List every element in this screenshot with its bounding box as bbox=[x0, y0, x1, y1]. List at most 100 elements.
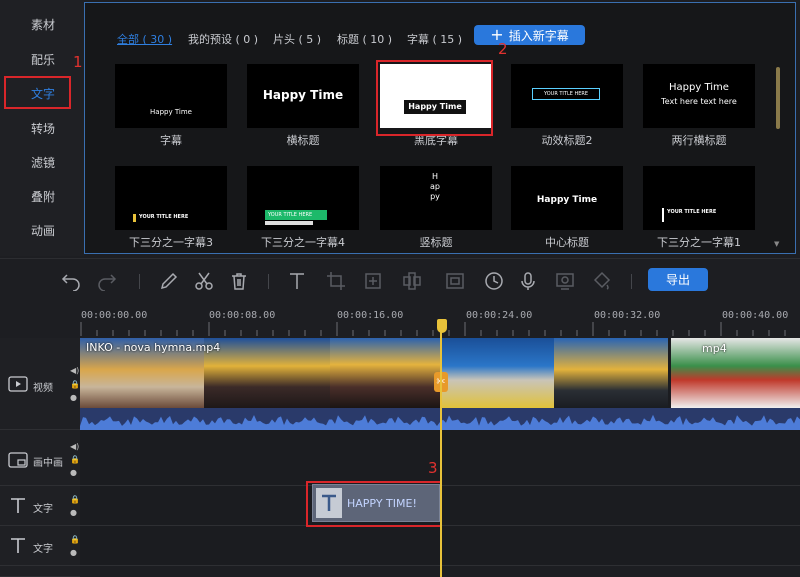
category-sidebar: 素材 配乐 文字 转场 滤镜 叠附 动画 bbox=[0, 0, 84, 256]
color-fill-icon[interactable] bbox=[590, 269, 614, 293]
video-frame-thumbnail bbox=[204, 338, 330, 408]
template-preview-text: Happy Time bbox=[262, 88, 344, 102]
video-frame-thumbnail bbox=[330, 338, 442, 408]
lock-icon[interactable]: 🔒 bbox=[70, 535, 80, 544]
pencil-icon[interactable] bbox=[157, 269, 181, 293]
eye-icon[interactable]: ● bbox=[70, 393, 77, 402]
track-label-video: 视频 bbox=[33, 383, 53, 394]
ruler-time-label: 00:00:16.00 bbox=[337, 310, 404, 321]
template-label: 字幕 bbox=[160, 134, 182, 147]
playhead-handle[interactable] bbox=[437, 319, 447, 333]
tab-all[interactable]: 全部 ( 30 ) bbox=[117, 31, 172, 47]
template-center-title[interactable]: Happy Time bbox=[511, 166, 623, 230]
template-preview-text: YOUR TITLE HERE bbox=[667, 209, 717, 215]
mosaic-icon[interactable] bbox=[400, 269, 424, 293]
sidebar-item-transition[interactable]: 转场 bbox=[0, 113, 84, 143]
track-label-text: 文字 bbox=[33, 504, 53, 515]
tab-title[interactable]: 标题 ( 10 ) bbox=[337, 31, 392, 47]
webcam-icon[interactable] bbox=[553, 269, 577, 293]
track-label-text: 文字 bbox=[33, 544, 53, 555]
video-track-icon bbox=[8, 376, 28, 392]
text-tool-icon[interactable] bbox=[285, 269, 309, 293]
ruler-time-label: 00:00:24.00 bbox=[466, 310, 533, 321]
insert-subtitle-label: 插入新字幕 bbox=[508, 28, 569, 43]
ruler-time-label: 00:00:08.00 bbox=[209, 310, 276, 321]
annotation-box-3 bbox=[306, 481, 442, 527]
template-preview-text: YOUR TITLE HERE bbox=[532, 88, 600, 100]
crop-icon[interactable] bbox=[324, 269, 348, 293]
eye-icon[interactable]: ● bbox=[70, 548, 77, 557]
tab-subtitle[interactable]: 字幕 ( 15 ) bbox=[407, 31, 462, 47]
template-lower-third-4[interactable]: YOUR TITLE HERE bbox=[247, 166, 359, 230]
scroll-down-arrow-icon[interactable]: ▼ bbox=[774, 240, 779, 248]
template-lower-third-1[interactable]: YOUR TITLE HERE bbox=[643, 166, 755, 230]
video-frame-thumbnail bbox=[554, 338, 670, 408]
annotation-box-1 bbox=[4, 76, 71, 109]
text-track-icon bbox=[11, 538, 25, 553]
track-header-text-2: 文字 🔒 ● bbox=[0, 526, 80, 566]
panel-scrollbar[interactable] bbox=[776, 67, 780, 129]
ruler-time-label: 00:00:32.00 bbox=[594, 310, 661, 321]
template-label: 下三分之一字幕1 bbox=[657, 236, 741, 249]
insert-subtitle-button[interactable]: + 插入新字幕 bbox=[474, 25, 585, 45]
template-preview-subtext: Text here text here bbox=[661, 97, 737, 106]
track-header-pip: 画中画 ◀) 🔒 ● bbox=[0, 430, 80, 486]
redo-icon[interactable] bbox=[95, 269, 119, 293]
template-subtitle[interactable]: Happy Time bbox=[115, 64, 227, 128]
ruler-time-label: 00:00:00.00 bbox=[81, 310, 148, 321]
sidebar-item-overlay[interactable]: 叠附 bbox=[0, 181, 84, 211]
playhead-line[interactable] bbox=[440, 320, 442, 577]
template-label: 竖标题 bbox=[419, 236, 453, 249]
eye-icon[interactable]: ● bbox=[70, 468, 77, 477]
text-track-icon bbox=[11, 498, 25, 513]
template-preview-text: Happy Time bbox=[150, 108, 192, 116]
annotation-number-1: 1 bbox=[73, 53, 83, 71]
track-header-more bbox=[0, 566, 80, 577]
lock-icon[interactable]: 🔒 bbox=[70, 455, 80, 464]
annotation-number-2: 2 bbox=[498, 40, 508, 58]
template-label: 两行横标题 bbox=[671, 134, 727, 147]
template-preview-text: YOUR TITLE HERE bbox=[265, 210, 327, 220]
template-motion-title-2[interactable]: YOUR TITLE HERE bbox=[511, 64, 623, 128]
template-preview-text: Happy Time bbox=[536, 195, 598, 205]
sidebar-item-media[interactable]: 素材 bbox=[0, 9, 84, 39]
video-frame-thumbnail bbox=[442, 338, 554, 408]
undo-icon[interactable] bbox=[59, 269, 83, 293]
template-lower-third-3[interactable]: YOUR TITLE HERE bbox=[115, 166, 227, 230]
lock-icon[interactable]: 🔒 bbox=[70, 495, 80, 504]
pip-track-icon bbox=[8, 452, 28, 468]
template-label: 动效标题2 bbox=[541, 134, 593, 147]
clip-filename-2: mp4 bbox=[702, 342, 727, 355]
template-preview-text: Happy Time bbox=[669, 82, 729, 93]
frame-icon[interactable] bbox=[443, 269, 467, 293]
template-preview-text: YOUR TITLE HERE bbox=[139, 214, 189, 220]
clip-filename: INKO - nova hymna.mp4 bbox=[86, 341, 221, 354]
template-vertical-title[interactable]: Happy bbox=[380, 166, 492, 230]
sidebar-item-filter[interactable]: 滤镜 bbox=[0, 147, 84, 177]
template-two-line-title[interactable]: Happy Time Text here text here bbox=[643, 64, 755, 128]
track-header-video: 视频 ◀) 🔒 ● bbox=[0, 338, 80, 430]
resize-icon[interactable] bbox=[361, 269, 385, 293]
template-label: 下三分之一字幕3 bbox=[129, 236, 213, 249]
volume-icon[interactable]: ◀) bbox=[70, 366, 79, 375]
tab-intro[interactable]: 片头 ( 5 ) bbox=[273, 31, 321, 47]
clock-icon[interactable] bbox=[482, 269, 506, 293]
export-button[interactable]: 导出 bbox=[648, 268, 708, 291]
track-label-pip: 画中画 bbox=[33, 458, 63, 469]
scissors-icon[interactable] bbox=[192, 269, 216, 293]
video-frame-thumbnail bbox=[670, 338, 800, 408]
template-label: 下三分之一字幕4 bbox=[261, 236, 345, 249]
template-preview-text: Happy bbox=[430, 172, 440, 201]
tab-my-presets[interactable]: 我的预设 ( 0 ) bbox=[188, 31, 258, 47]
volume-icon[interactable]: ◀) bbox=[70, 442, 79, 451]
sidebar-item-animation[interactable]: 动画 bbox=[0, 215, 84, 245]
template-label: 中心标题 bbox=[545, 236, 589, 249]
trash-icon[interactable] bbox=[227, 269, 251, 293]
microphone-icon[interactable] bbox=[516, 269, 540, 293]
template-horizontal-title[interactable]: Happy Time bbox=[247, 64, 359, 128]
annotation-number-3: 3 bbox=[428, 459, 438, 477]
lock-icon[interactable]: 🔒 bbox=[70, 380, 80, 389]
eye-icon[interactable]: ● bbox=[70, 508, 77, 517]
track-header-text-1: 文字 🔒 ● bbox=[0, 486, 80, 526]
sidebar-item-music[interactable]: 配乐 bbox=[0, 44, 84, 74]
